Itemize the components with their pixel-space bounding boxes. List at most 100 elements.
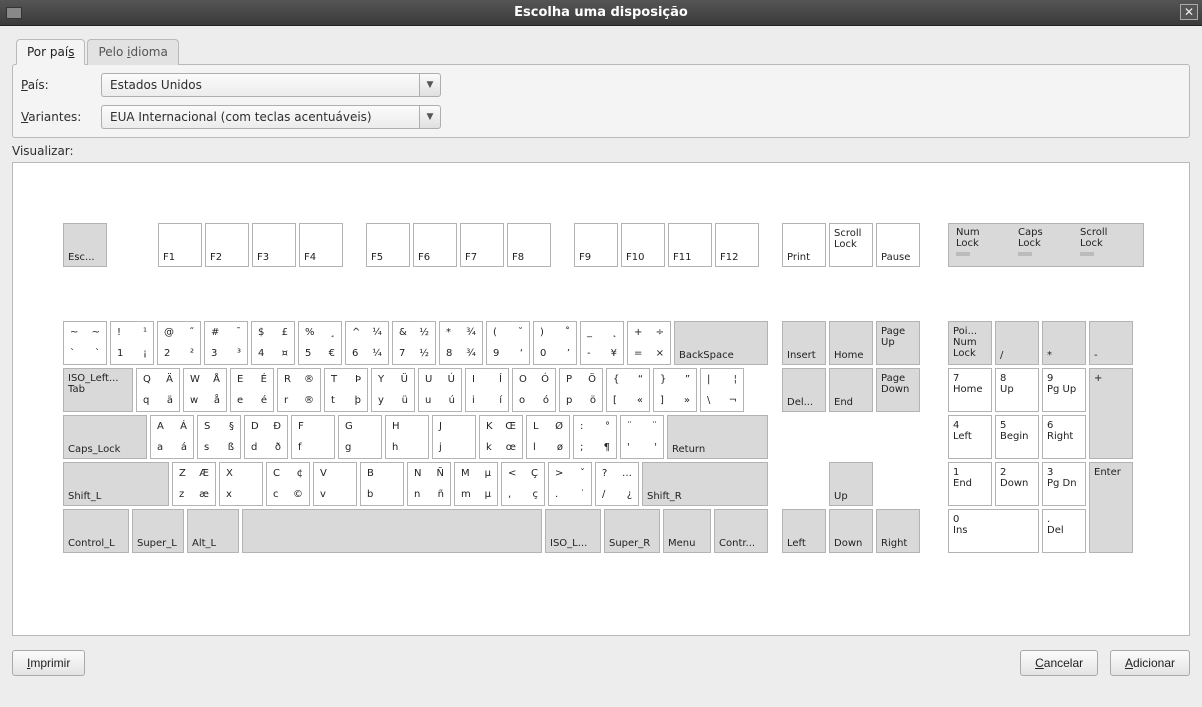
key-numpad-7[interactable]: 7 Home bbox=[948, 368, 992, 412]
key-row1-13[interactable]: +÷=× bbox=[627, 321, 671, 365]
key-space[interactable] bbox=[242, 509, 542, 553]
key-row1-7[interactable]: ^¼6¼ bbox=[345, 321, 389, 365]
key-row1-1[interactable]: ~~`` bbox=[63, 321, 107, 365]
key-end[interactable]: End bbox=[829, 368, 873, 412]
key-superr[interactable]: Super_R bbox=[604, 509, 660, 553]
key-row2-13[interactable]: |¦\¬ bbox=[700, 368, 744, 412]
key-numpad-2[interactable]: 2 Down bbox=[995, 462, 1039, 506]
key-row4-2[interactable]: Xx bbox=[219, 462, 263, 506]
key-row4-10[interactable]: ?…/¿ bbox=[595, 462, 639, 506]
key-row1-10[interactable]: (˘9‘ bbox=[486, 321, 530, 365]
key-row1-8[interactable]: &½7½ bbox=[392, 321, 436, 365]
key-numpad-6[interactable]: 6 Right bbox=[1042, 415, 1086, 459]
key-home[interactable]: Home bbox=[829, 321, 873, 365]
key-f1[interactable]: F1 bbox=[158, 223, 202, 267]
key-control-left[interactable]: Control_L bbox=[63, 509, 129, 553]
key-numpad-4[interactable]: 4 Left bbox=[948, 415, 992, 459]
key-row3-7[interactable]: Jj bbox=[432, 415, 476, 459]
key-scrolllock[interactable]: Scroll Lock bbox=[829, 223, 873, 267]
key-isol[interactable]: ISO_L... bbox=[545, 509, 601, 553]
key-shift-right[interactable]: Shift_R bbox=[642, 462, 768, 506]
key-insert[interactable]: Insert bbox=[782, 321, 826, 365]
key-arrow-up[interactable]: Up bbox=[829, 462, 873, 506]
key-numlock[interactable]: Poi... Num Lock bbox=[948, 321, 992, 365]
chevron-down-icon[interactable]: ▼ bbox=[419, 73, 441, 97]
key-return[interactable]: Return bbox=[667, 415, 768, 459]
key-row2-10[interactable]: PÖpö bbox=[559, 368, 603, 412]
key-f12[interactable]: F12 bbox=[715, 223, 759, 267]
key-numpad-decimal[interactable]: . Del bbox=[1042, 509, 1086, 553]
key-row2-11[interactable]: {“[« bbox=[606, 368, 650, 412]
key-row1-11[interactable]: )˚0’ bbox=[533, 321, 577, 365]
key-row1-12[interactable]: _˛-¥ bbox=[580, 321, 624, 365]
key-row3-10[interactable]: :°;¶ bbox=[573, 415, 617, 459]
key-row2-4[interactable]: R®r® bbox=[277, 368, 321, 412]
key-shift-left[interactable]: Shift_L bbox=[63, 462, 169, 506]
key-row1-5[interactable]: $£4¤ bbox=[251, 321, 295, 365]
key-alt-left[interactable]: Alt_L bbox=[187, 509, 239, 553]
key-row2-5[interactable]: TÞtþ bbox=[324, 368, 368, 412]
key-numpad-5[interactable]: 5 Begin bbox=[995, 415, 1039, 459]
key-row3-3[interactable]: DÐdð bbox=[244, 415, 288, 459]
key-row3-8[interactable]: KŒkœ bbox=[479, 415, 523, 459]
key-f11[interactable]: F11 bbox=[668, 223, 712, 267]
key-row2-8[interactable]: IÍií bbox=[465, 368, 509, 412]
key-numpad-enter[interactable]: Enter bbox=[1089, 462, 1133, 553]
key-pause[interactable]: Pause bbox=[876, 223, 920, 267]
print-button[interactable]: Imprimir bbox=[12, 650, 85, 676]
key-row2-2[interactable]: WÅwå bbox=[183, 368, 227, 412]
tab-by-language[interactable]: Pelo idioma bbox=[87, 39, 178, 65]
key-row3-11[interactable]: ¨¨'' bbox=[620, 415, 664, 459]
key-row2-1[interactable]: QÄqä bbox=[136, 368, 180, 412]
key-f4[interactable]: F4 bbox=[299, 223, 343, 267]
key-arrow-right[interactable]: Right bbox=[876, 509, 920, 553]
key-escape[interactable]: Esc... bbox=[63, 223, 107, 267]
tab-by-country[interactable]: Por país bbox=[16, 39, 85, 65]
key-numpad-8[interactable]: 8 Up bbox=[995, 368, 1039, 412]
key-row4-4[interactable]: Vv bbox=[313, 462, 357, 506]
key-f6[interactable]: F6 bbox=[413, 223, 457, 267]
key-row1-9[interactable]: *¾8¾ bbox=[439, 321, 483, 365]
key-row1-2[interactable]: !¹1¡ bbox=[110, 321, 154, 365]
add-button[interactable]: Adicionar bbox=[1110, 650, 1190, 676]
key-row3-2[interactable]: S§sß bbox=[197, 415, 241, 459]
key-row4-7[interactable]: Mµmµ bbox=[454, 462, 498, 506]
key-numpad-subtract[interactable]: - bbox=[1089, 321, 1133, 365]
key-numpad-9[interactable]: 9 Pg Up bbox=[1042, 368, 1086, 412]
key-f10[interactable]: F10 bbox=[621, 223, 665, 267]
key-row4-8[interactable]: <Ç,ç bbox=[501, 462, 545, 506]
key-super-left[interactable]: Super_L bbox=[132, 509, 184, 553]
key-arrow-left[interactable]: Left bbox=[782, 509, 826, 553]
country-combo[interactable]: Estados Unidos ▼ bbox=[101, 73, 441, 97]
key-pageup[interactable]: Page Up bbox=[876, 321, 920, 365]
key-numpad-0[interactable]: 0 Ins bbox=[948, 509, 1039, 553]
key-row3-9[interactable]: LØlø bbox=[526, 415, 570, 459]
key-capslock[interactable]: Caps_Lock bbox=[63, 415, 147, 459]
key-pagedown[interactable]: Page Down bbox=[876, 368, 920, 412]
key-f3[interactable]: F3 bbox=[252, 223, 296, 267]
key-row4-6[interactable]: NÑnñ bbox=[407, 462, 451, 506]
key-tab[interactable]: ISO_Left... Tab bbox=[63, 368, 133, 412]
key-ctrlr[interactable]: Contr... bbox=[714, 509, 768, 553]
key-numpad-add[interactable]: + bbox=[1089, 368, 1133, 459]
key-row4-9[interactable]: >ˇ.˙ bbox=[548, 462, 592, 506]
key-f5[interactable]: F5 bbox=[366, 223, 410, 267]
chevron-down-icon[interactable]: ▼ bbox=[419, 105, 441, 129]
key-row3-4[interactable]: Ff bbox=[291, 415, 335, 459]
key-row2-3[interactable]: EÉeé bbox=[230, 368, 274, 412]
key-numpad-multiply[interactable]: * bbox=[1042, 321, 1086, 365]
key-row3-6[interactable]: Hh bbox=[385, 415, 429, 459]
key-numpad-divide[interactable]: / bbox=[995, 321, 1039, 365]
key-row3-1[interactable]: AÁaá bbox=[150, 415, 194, 459]
key-f2[interactable]: F2 bbox=[205, 223, 249, 267]
key-print[interactable]: Print bbox=[782, 223, 826, 267]
key-row1-6[interactable]: %¸5€ bbox=[298, 321, 342, 365]
key-f9[interactable]: F9 bbox=[574, 223, 618, 267]
key-f8[interactable]: F8 bbox=[507, 223, 551, 267]
key-arrow-down[interactable]: Down bbox=[829, 509, 873, 553]
close-icon[interactable]: ✕ bbox=[1180, 4, 1198, 20]
key-row1-4[interactable]: #¯3³ bbox=[204, 321, 248, 365]
key-row4-1[interactable]: ZÆzæ bbox=[172, 462, 216, 506]
key-numpad-1[interactable]: 1 End bbox=[948, 462, 992, 506]
variant-combo[interactable]: EUA Internacional (com teclas acentuávei… bbox=[101, 105, 441, 129]
